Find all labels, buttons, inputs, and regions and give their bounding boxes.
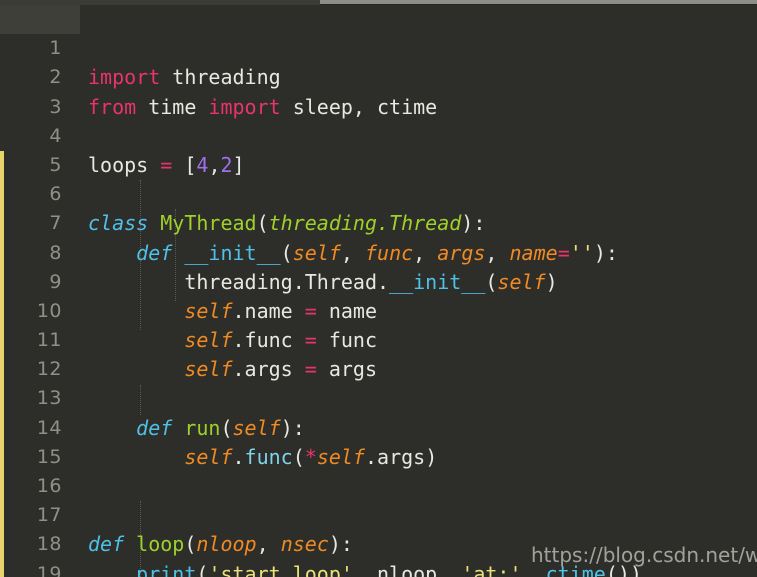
code-line[interactable]: 19 sleep(nsec) [0, 530, 757, 577]
code-line[interactable]: 8 threading.Thread.__init__(self) [0, 209, 757, 294]
code-line[interactable]: 14 self.func(*self.args) [0, 384, 757, 469]
code-lines[interactable]: 1 import threading 2 from time import sl… [0, 5, 757, 577]
code-editor[interactable]: 1 import threading 2 from time import sl… [0, 0, 757, 577]
code-line[interactable]: 12 [0, 326, 757, 380]
code-line[interactable]: 5 [0, 122, 757, 176]
tab-strip [0, 0, 757, 5]
code-line[interactable]: 18 print('start loop', nloop, 'at:', cti… [0, 501, 757, 577]
code-line[interactable]: 7 def __init__(self, func, args, name=''… [0, 180, 757, 264]
code-line[interactable]: 11 self.args = args [0, 297, 757, 381]
tab-strip-background [320, 0, 757, 4]
vcs-change-marker[interactable] [0, 151, 4, 577]
code-line[interactable]: 15 [0, 414, 757, 468]
tab-active-file[interactable] [0, 0, 320, 5]
code-line[interactable]: 9 self.name = name [0, 239, 757, 323]
code-line[interactable]: 1 import threading [0, 5, 757, 89]
code-line[interactable]: 4 loops = [4,2] [0, 93, 757, 177]
code-line[interactable]: 16 [0, 443, 757, 497]
code-line[interactable]: 2 from time import sleep, ctime [0, 34, 757, 118]
code-line[interactable]: 13 def run(self): [0, 355, 757, 439]
code-line[interactable]: 20 print('loop', nloop, 'done at:', ctim… [0, 560, 757, 577]
code-line[interactable]: 10 self.func = func [0, 268, 757, 352]
code-line[interactable]: 17 def loop(nloop, nsec): [0, 472, 757, 556]
code-line[interactable]: 6 class MyThread(threading.Thread): [0, 151, 757, 235]
code-line[interactable]: 3 [0, 63, 757, 118]
